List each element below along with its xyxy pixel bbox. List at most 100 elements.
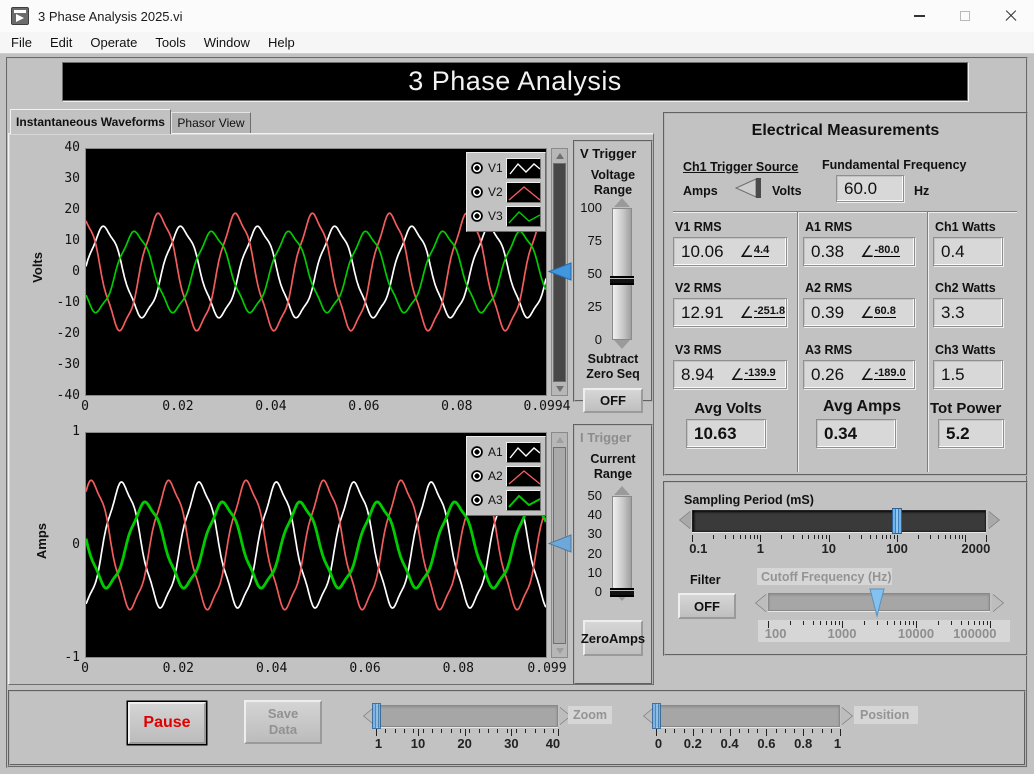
menu-help[interactable]: Help <box>259 35 304 50</box>
sampling-period-label: Sampling Period (mS) <box>684 493 814 507</box>
v2-rms-label: V2 RMS <box>675 281 722 295</box>
title-bar: 3 Phase Analysis 2025.vi <box>0 0 1034 32</box>
maximize-button[interactable] <box>942 0 988 32</box>
position-scale-labels: 0 0.2 0.4 0.6 0.8 1 <box>654 736 842 751</box>
close-icon <box>1005 10 1017 22</box>
a2-legend-label: A2 <box>488 469 503 483</box>
close-button[interactable] <box>988 0 1034 32</box>
scale-label: 0 <box>654 736 663 751</box>
scale-label: 1 <box>756 541 764 556</box>
avg-amps-label: Avg Amps <box>823 398 901 415</box>
cutoff-right-arrow-icon <box>992 594 1003 612</box>
scale-label: 0.2 <box>683 736 702 751</box>
voltage-graph-legend: V1 V2 V3 <box>466 152 546 232</box>
angle-icon: ∠60.8 <box>860 304 896 322</box>
position-label: Position <box>860 708 910 722</box>
trigger-source-switch[interactable] <box>730 177 768 199</box>
position-right-arrow-icon[interactable] <box>841 707 852 725</box>
menu-file[interactable]: File <box>2 35 41 50</box>
v-trigger-level-cursor[interactable] <box>546 261 573 282</box>
tab-phasor-view[interactable]: Phasor View <box>171 112 251 133</box>
a1-rms-label: A1 RMS <box>805 220 853 234</box>
a3-visibility-radio-icon[interactable] <box>471 494 483 506</box>
cutoff-frequency-label: Cutoff Frequency (Hz) <box>761 570 892 584</box>
a3-legend-label: A3 <box>488 493 503 507</box>
ch1-trigger-source-label: Ch1 Trigger Source <box>683 160 799 174</box>
filter-label: Filter <box>690 573 721 587</box>
v3-visibility-radio-icon[interactable] <box>471 210 483 222</box>
a2-line-sample-icon[interactable] <box>506 465 541 487</box>
v2-visibility-radio-icon[interactable] <box>471 186 483 198</box>
scale-label: 0.1 <box>689 541 708 556</box>
a3-rms-label: A3 RMS <box>805 343 853 357</box>
ch3-watts-label: Ch3 Watts <box>935 343 996 357</box>
maximize-icon <box>960 11 970 21</box>
angle-icon: ∠-189.0 <box>860 366 906 384</box>
ch2-watts-label: Ch2 Watts <box>935 281 996 295</box>
save-data-button[interactable]: Save Data <box>244 700 322 744</box>
v2-line-sample-icon[interactable] <box>506 181 541 203</box>
v3-rms-label: V3 RMS <box>675 343 722 357</box>
trigger-source-amps-option[interactable]: Amps <box>683 184 718 198</box>
a1-legend-label: A1 <box>488 445 503 459</box>
trigger-source-volts-option[interactable]: Volts <box>772 184 802 198</box>
v1-visibility-radio-icon[interactable] <box>471 162 483 174</box>
scale-label: 0.4 <box>720 736 739 751</box>
a2-rms-label: A2 RMS <box>805 281 853 295</box>
v1-line-sample-icon[interactable] <box>506 157 541 179</box>
labview-app-icon <box>11 7 29 25</box>
menu-operate[interactable]: Operate <box>81 35 146 50</box>
legend-item-v3[interactable]: V3 <box>471 204 541 228</box>
app-banner: 3 Phase Analysis <box>62 62 968 101</box>
menu-tools[interactable]: Tools <box>146 35 194 50</box>
zoom-scale-labels: 1 10 20 30 40 <box>374 736 560 751</box>
a1-visibility-radio-icon[interactable] <box>471 446 483 458</box>
menu-bar: File Edit Operate Tools Window Help <box>0 32 1034 54</box>
zoom-slider-track[interactable] <box>376 705 558 727</box>
scale-label: 100 <box>886 541 908 556</box>
fundamental-frequency-display: 60.0 <box>836 175 904 202</box>
sampling-left-arrow-icon[interactable] <box>680 511 691 529</box>
a3-line-sample-icon[interactable] <box>506 489 541 511</box>
zoom-slider-handle[interactable] <box>371 703 381 729</box>
filter-off-button[interactable]: OFF <box>678 593 736 619</box>
position-slider-track[interactable] <box>656 705 840 727</box>
column-divider-1 <box>797 212 798 472</box>
hz-unit-label: Hz <box>914 184 930 198</box>
sampling-slider-track[interactable] <box>692 510 986 532</box>
i-trigger-level-cursor[interactable] <box>546 533 573 554</box>
a3-rms-display: 0.26 ∠-189.0 <box>803 360 915 389</box>
scale-label: 30 <box>504 736 519 751</box>
column-divider-2 <box>927 212 928 472</box>
scale-label: 1 <box>833 736 842 751</box>
legend-item-a3[interactable]: A3 <box>471 488 541 512</box>
minimize-button[interactable] <box>896 0 942 32</box>
zoom-scale-ticks <box>376 729 559 736</box>
position-slider-handle[interactable] <box>651 703 661 729</box>
v1-rms-display: 10.06 ∠4.4 <box>673 237 787 266</box>
menu-edit[interactable]: Edit <box>41 35 81 50</box>
angle-icon: ∠-139.9 <box>730 366 776 384</box>
scale-label: 2000 <box>961 541 991 556</box>
a1-line-sample-icon[interactable] <box>506 441 541 463</box>
v2-legend-label: V2 <box>488 185 503 199</box>
sampling-slider-handle[interactable] <box>892 508 903 534</box>
scale-label: 1 <box>374 736 383 751</box>
tab-instantaneous-waveforms[interactable]: Instantaneous Waveforms <box>10 109 171 134</box>
a2-rms-display: 0.39 ∠60.8 <box>803 298 915 327</box>
menu-window[interactable]: Window <box>195 35 259 50</box>
pause-button[interactable]: Pause <box>128 702 206 744</box>
legend-item-v2[interactable]: V2 <box>471 180 541 204</box>
scale-label: 10 <box>410 736 426 751</box>
angle-icon: ∠-80.0 <box>860 243 900 261</box>
sampling-right-arrow-icon[interactable] <box>988 511 999 529</box>
legend-item-v1[interactable]: V1 <box>471 156 541 180</box>
avg-volts-label: Avg Volts <box>694 400 762 417</box>
scale-label: 0.6 <box>757 736 776 751</box>
scale-label: 100000 <box>953 626 997 641</box>
legend-item-a2[interactable]: A2 <box>471 464 541 488</box>
a2-visibility-radio-icon[interactable] <box>471 470 483 482</box>
v3-line-sample-icon[interactable] <box>506 205 541 227</box>
v3-rms-display: 8.94 ∠-139.9 <box>673 360 787 389</box>
legend-item-a1[interactable]: A1 <box>471 440 541 464</box>
